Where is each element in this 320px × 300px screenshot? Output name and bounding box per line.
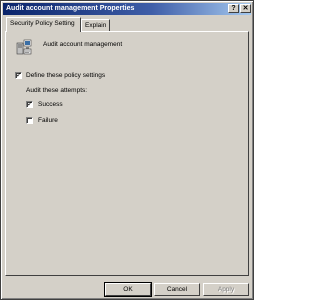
audit-attempts-heading: Audit these attempts: [26, 87, 88, 94]
tab-security-policy-setting[interactable]: Security Policy Setting [6, 17, 81, 32]
close-button[interactable]: ✕ [240, 4, 251, 13]
cancel-button[interactable]: Cancel [154, 283, 200, 296]
failure-checkbox[interactable] [26, 117, 33, 124]
define-settings-checkbox[interactable]: ✓ [15, 72, 22, 79]
policy-computer-icon [16, 39, 32, 55]
tab-panel [5, 31, 249, 276]
failure-label[interactable]: Failure [38, 117, 58, 124]
success-checkbox[interactable]: ✓ [26, 101, 33, 108]
properties-dialog: Audit account management Properties ? ✕ … [0, 0, 254, 300]
window-title: Audit account management Properties [6, 5, 135, 12]
policy-name: Audit account management [43, 41, 123, 48]
checkmark-icon: ✓ [27, 101, 33, 108]
apply-button[interactable]: Apply [203, 283, 249, 296]
checkmark-icon: ✓ [16, 72, 22, 79]
success-label[interactable]: Success [38, 101, 63, 108]
define-settings-label[interactable]: Define these policy settings [26, 72, 105, 79]
ok-button[interactable]: OK [104, 282, 152, 297]
help-button[interactable]: ? [228, 4, 239, 13]
title-bar[interactable]: Audit account management Properties ? ✕ [3, 3, 251, 15]
